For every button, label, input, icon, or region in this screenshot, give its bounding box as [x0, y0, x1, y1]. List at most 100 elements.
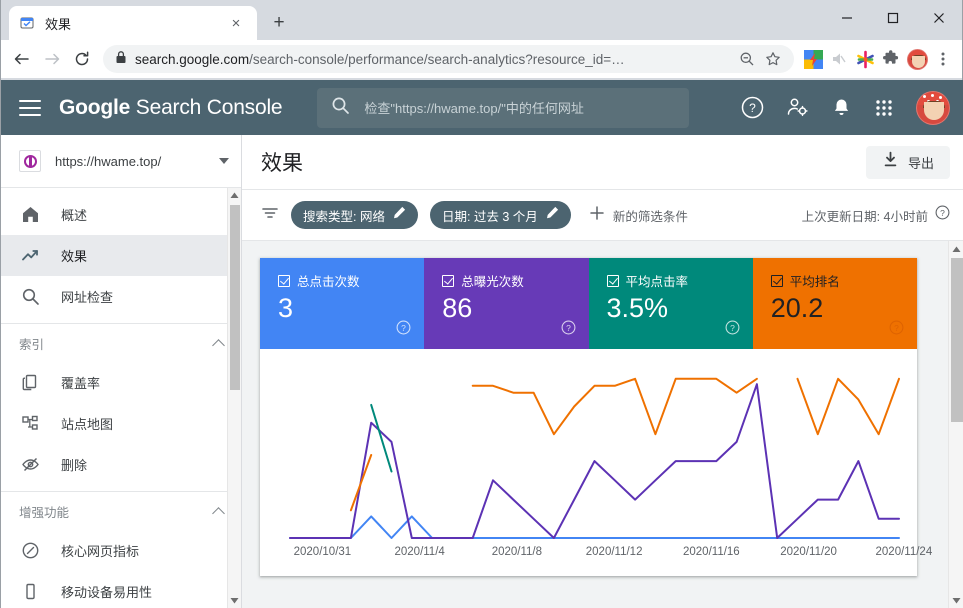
tab-strip: 效果 × + — [1, 0, 962, 40]
metric-label: 平均排名 — [789, 275, 840, 289]
chevron-down-icon[interactable] — [219, 158, 229, 164]
url-text: search.google.com/search-console/perform… — [127, 52, 734, 67]
chevron-up-icon[interactable] — [212, 338, 225, 352]
colorful-star-extension-icon[interactable] — [852, 46, 878, 72]
account-settings-icon[interactable] — [786, 96, 809, 119]
close-window-icon[interactable] — [916, 0, 962, 36]
metric-label: 平均点击率 — [625, 275, 689, 289]
download-icon — [882, 151, 899, 173]
content-scrollbar[interactable] — [948, 241, 963, 608]
new-tab-button[interactable]: + — [265, 9, 293, 37]
help-circle-icon[interactable]: ? — [889, 320, 904, 340]
search-icon — [19, 286, 41, 308]
sidebar-item-removals[interactable]: 删除 — [1, 444, 241, 485]
filter-chip-date[interactable]: 日期: 过去 3 个月 — [429, 201, 571, 229]
svg-text:?: ? — [566, 323, 571, 333]
sidebar-item-mobile-usability[interactable]: 移动设备易用性 — [1, 571, 241, 608]
puzzle-extension-icon[interactable] — [878, 46, 904, 72]
search-icon — [331, 96, 350, 120]
chart-x-tick-label: 2020/11/24 — [875, 546, 933, 558]
sidebar-item-core-web-vitals[interactable]: 核心网页指标 — [1, 530, 241, 571]
browser-toolbar: search.google.com/search-console/perform… — [1, 40, 962, 78]
metric-checkbox[interactable] — [770, 274, 783, 287]
apps-grid-icon[interactable] — [874, 98, 894, 118]
help-circle-icon[interactable]: ? — [935, 205, 950, 225]
property-selector[interactable]: https://hwame.top/ — [1, 135, 241, 188]
pencil-icon[interactable] — [546, 206, 559, 224]
metric-value: 20.2 — [770, 293, 824, 323]
lock-icon — [115, 50, 127, 69]
chart-x-tick-label: 2020/11/16 — [682, 546, 740, 558]
back-icon[interactable] — [7, 44, 37, 74]
speedometer-icon — [19, 540, 41, 562]
filter-icon[interactable] — [261, 204, 279, 227]
sidebar-group-enhancements[interactable]: 增强功能 — [1, 492, 241, 530]
add-filter-button[interactable]: 新的筛选条件 — [589, 205, 688, 226]
hamburger-icon[interactable] — [19, 99, 41, 116]
sidebar: https://hwame.top/ 概述 效果 网址检查 索引 覆盖率 站点地… — [1, 135, 242, 608]
chart-series-line — [289, 515, 900, 539]
scrollbar-thumb[interactable] — [230, 205, 240, 390]
maximize-icon[interactable] — [870, 0, 916, 36]
sidebar-item-sitemaps[interactable]: 站点地图 — [1, 403, 241, 444]
sidebar-item-label: 移动设备易用性 — [61, 585, 153, 600]
chart-x-tick-label: 2020/11/4 — [394, 546, 445, 558]
metric-total-impressions[interactable]: 总曝光次数 86 ? — [424, 258, 589, 349]
star-icon[interactable] — [760, 46, 786, 72]
sidebar-item-label: 核心网页指标 — [61, 544, 140, 559]
chrome-menu-icon[interactable] — [930, 46, 956, 72]
chart-x-tick-label: 2020/11/8 — [491, 546, 543, 558]
metric-checkbox[interactable] — [606, 274, 619, 287]
url-inspection-input[interactable]: 检查"https://hwame.top/"中的任何网址 — [317, 87, 690, 128]
user-avatar[interactable] — [916, 90, 950, 125]
drive-extension-icon[interactable] — [800, 46, 826, 72]
chip-label: 搜索类型: 网络 — [303, 209, 385, 224]
sidebar-group-index[interactable]: 索引 — [1, 324, 241, 362]
sidebar-item-label: 站点地图 — [61, 417, 114, 432]
filter-chip-search-type[interactable]: 搜索类型: 网络 — [291, 201, 418, 229]
metric-average-position[interactable]: 平均排名 20.2 ? — [752, 258, 917, 349]
sidebar-group-index-items: 覆盖率 站点地图 删除 — [1, 362, 241, 485]
search-zoom-icon[interactable] — [734, 46, 760, 72]
browser-tab[interactable]: 效果 × — [9, 6, 257, 40]
help-icon[interactable]: ? — [741, 96, 764, 119]
metric-checkbox[interactable] — [442, 274, 455, 287]
chip-label: 日期: 过去 3 个月 — [441, 209, 538, 224]
export-button[interactable]: 导出 — [865, 145, 950, 179]
scroll-down-arrow[interactable] — [228, 593, 241, 608]
svg-text:?: ? — [401, 323, 406, 333]
forward-icon[interactable] — [37, 44, 67, 74]
sidebar-item-url-inspection[interactable]: 网址检查 — [1, 276, 241, 317]
sidebar-item-performance[interactable]: 效果 — [1, 235, 241, 276]
sidebar-item-label: 效果 — [61, 249, 88, 264]
tab-title: 效果 — [45, 16, 72, 32]
performance-chart[interactable]: 2020/10/31 2020/11/4 2020/11/8 2020/11/12 20… — [260, 349, 932, 576]
brand-product: Search Console — [135, 95, 283, 119]
main-content: 效果 导出 搜索类型: 网络 日期: 过去 3 个月 新的筛选条件 上次更新日期… — [242, 135, 963, 608]
scroll-down-arrow[interactable] — [949, 592, 963, 608]
scrollbar-thumb[interactable] — [951, 258, 963, 422]
profile-avatar-icon[interactable] — [904, 46, 930, 72]
sidebar-scrollbar[interactable] — [227, 188, 241, 608]
address-bar[interactable]: search.google.com/search-console/perform… — [103, 45, 794, 73]
notifications-bell-icon[interactable] — [831, 97, 852, 118]
reload-icon[interactable] — [67, 44, 97, 74]
scroll-up-arrow[interactable] — [228, 188, 241, 203]
window-controls — [824, 0, 962, 40]
metric-checkbox[interactable] — [278, 274, 290, 287]
scroll-up-arrow[interactable] — [949, 241, 963, 257]
sidebar-item-overview[interactable]: 概述 — [1, 194, 241, 235]
close-icon[interactable]: × — [225, 12, 247, 34]
pencil-icon[interactable] — [393, 206, 406, 224]
metric-average-ctr[interactable]: 平均点击率 3.5% ? — [588, 258, 753, 349]
chart-x-tick-label: 2020/11/20 — [780, 546, 837, 558]
metric-total-clicks[interactable]: 总点击次数 3 ? — [260, 258, 425, 349]
chevron-up-icon[interactable] — [212, 506, 225, 520]
help-circle-icon[interactable]: ? — [561, 320, 576, 340]
sidebar-item-coverage[interactable]: 覆盖率 — [1, 362, 241, 403]
help-circle-icon[interactable]: ? — [396, 320, 411, 340]
muted-extension-icon[interactable] — [826, 46, 852, 72]
help-circle-icon[interactable]: ? — [725, 320, 740, 340]
minimize-icon[interactable] — [824, 0, 870, 36]
metric-label: 总曝光次数 — [461, 275, 524, 289]
